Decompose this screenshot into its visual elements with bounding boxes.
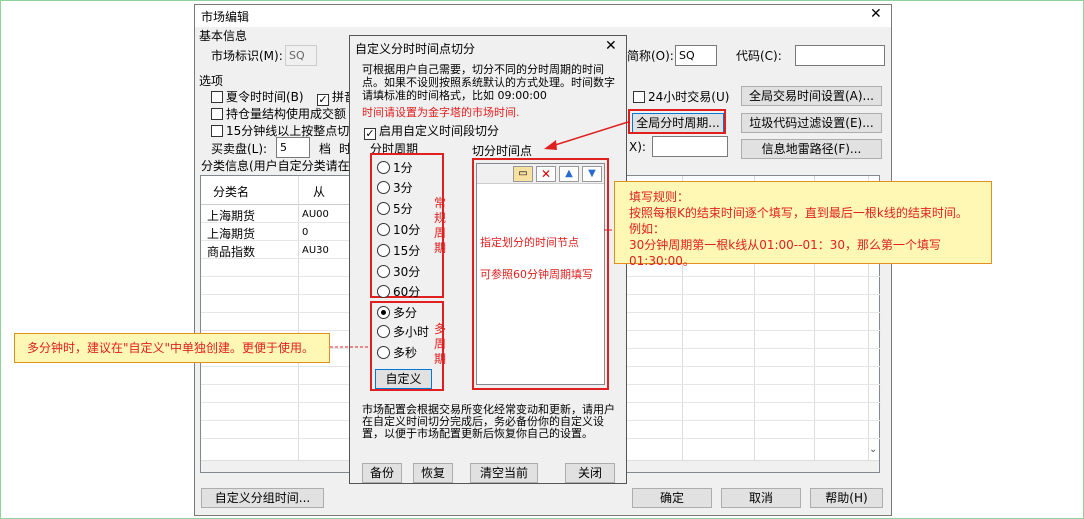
callout-rules-title: 填写规则： — [629, 190, 690, 204]
callout-rules-example-label: 例如： — [629, 222, 666, 236]
callout-rules-line-1: 按照每根K的结束时间逐个填写，直到最后一根k线的结束时间。 — [629, 206, 968, 220]
callout-fill-rules: 填写规则： 按照每根K的结束时间逐个填写，直到最后一根k线的结束时间。 例如： … — [614, 181, 992, 268]
callout-rules-example: 30分钟周期第一根k线从01:00--01：30，那么第一个填写01:30:00… — [629, 238, 942, 268]
callout-multi-minute: 多分钟时，建议在"自定义"中单独创建。更便于使用。 — [14, 333, 330, 363]
